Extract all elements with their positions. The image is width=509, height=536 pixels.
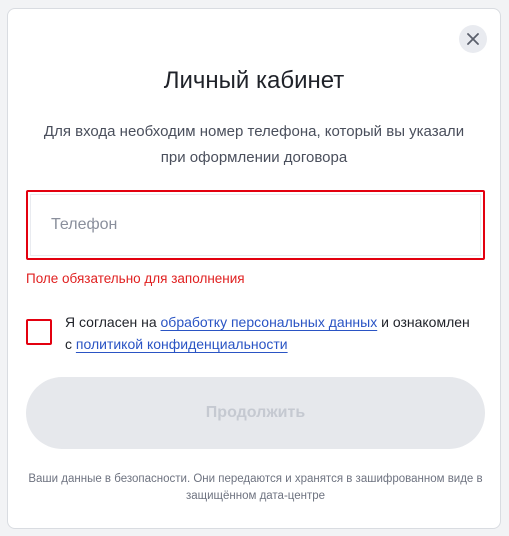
- consent-text-before: Я согласен на: [65, 314, 157, 330]
- dialog-title: Личный кабинет: [163, 67, 345, 94]
- consent-text: Я согласен на обработку персональных дан…: [65, 311, 475, 355]
- login-dialog: Личный кабинет Для входа необходим номер…: [7, 8, 501, 529]
- phone-error-message: Поле обязательно для заполнения: [26, 271, 245, 286]
- close-button[interactable]: [459, 25, 487, 53]
- continue-button[interactable]: Продолжить: [26, 377, 485, 449]
- phone-field: [26, 190, 485, 260]
- consent-checkbox[interactable]: [26, 319, 52, 345]
- close-icon: [467, 33, 479, 45]
- dialog-subtitle: Для входа необходим номер телефона, кото…: [43, 123, 465, 166]
- privacy-policy-link[interactable]: политикой конфиденциальности: [76, 336, 288, 352]
- personal-data-link[interactable]: обработку персональных данных: [161, 314, 378, 330]
- phone-input[interactable]: [30, 194, 481, 256]
- security-note: Ваши данные в безопасности. Они передают…: [28, 473, 483, 502]
